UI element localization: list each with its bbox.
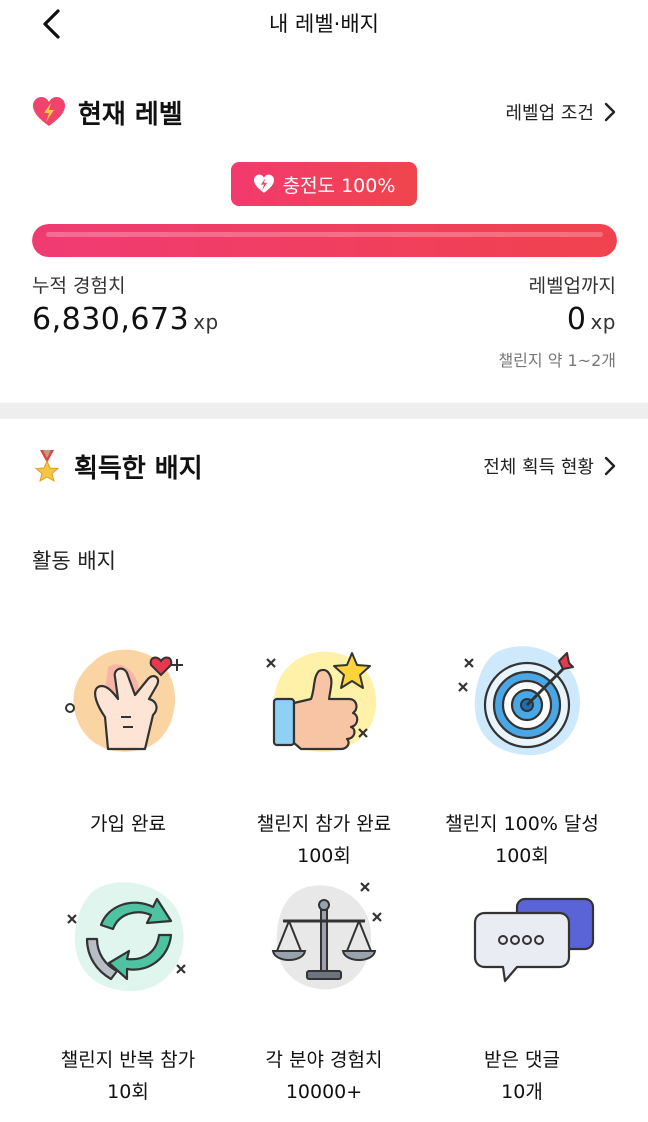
badge-title: 챌린지 참가 완료	[256, 813, 392, 835]
earned-badges-header: 획득한 배지 전체 획득 현황	[32, 446, 616, 486]
finger-heart-icon	[65, 649, 183, 752]
level-progress-fill	[32, 224, 617, 257]
badge-name: 가입 완료	[90, 808, 166, 840]
chevron-right-icon	[604, 456, 616, 476]
chat-bubbles-icon	[473, 897, 595, 983]
badge-received-comments[interactable]: 받은 댓글 10개	[414, 868, 630, 1108]
badge-name: 받은 댓글 10개	[484, 1044, 560, 1108]
accumulated-xp-number: 6,830,673	[32, 302, 190, 337]
badge-signup-complete[interactable]: 가입 완료	[20, 632, 236, 840]
badge-name: 챌린지 참가 완료 100회	[257, 808, 391, 872]
repeat-arrows-icon	[67, 882, 186, 992]
heart-bolt-icon	[33, 97, 65, 126]
badge-field-experience[interactable]: 각 분야 경험치 10000+	[216, 868, 432, 1108]
remaining-xp-unit: xp	[590, 310, 616, 334]
badge-title: 챌린지 반복 참가	[60, 1049, 196, 1071]
remaining-xp-label: 레벨업까지	[528, 275, 616, 297]
badge-title: 받은 댓글	[484, 1049, 560, 1071]
chevron-right-icon	[604, 102, 616, 122]
top-bar: 내 레벨·배지	[0, 0, 648, 50]
section-divider	[0, 403, 648, 419]
accumulated-xp-label: 누적 경험치	[32, 275, 126, 297]
balance-scale-icon	[271, 882, 382, 990]
charge-label: 충전도 100%	[282, 174, 396, 197]
current-level-header: 현재 레벨 레벨업 조건	[32, 92, 616, 132]
badge-count: 10개	[501, 1081, 543, 1103]
remaining-xp-number: 0	[566, 302, 587, 337]
heart-bolt-icon	[253, 174, 274, 193]
accumulated-xp-value: 6,830,673 xp	[32, 302, 219, 337]
target-arrow-icon	[458, 646, 580, 756]
badge-title: 챌린지 100% 달성	[445, 813, 599, 835]
badge-name: 각 분야 경험치 10000+	[266, 1044, 383, 1108]
charge-badge: 충전도 100%	[231, 162, 417, 206]
activity-badges-heading: 활동 배지	[32, 549, 116, 573]
remaining-xp-value: 0 xp	[567, 302, 616, 337]
levelup-conditions-link[interactable]: 레벨업 조건	[505, 99, 616, 125]
medal-icon	[34, 450, 60, 483]
badge-repeat-participation[interactable]: 챌린지 반복 참가 10회	[20, 868, 236, 1108]
badge-name: 챌린지 100% 달성 100회	[445, 808, 599, 872]
badge-title: 가입 완료	[90, 813, 166, 835]
thumbs-up-star-icon	[266, 651, 377, 752]
all-badges-label: 전체 획득 현황	[483, 457, 594, 478]
remaining-note: 챌린지 약 1~2개	[498, 351, 616, 370]
badge-challenge-participation[interactable]: 챌린지 참가 완료 100회	[216, 632, 432, 872]
all-badges-link[interactable]: 전체 획득 현황	[483, 453, 616, 479]
level-progress-bar	[32, 224, 617, 257]
accumulated-xp-unit: xp	[193, 310, 219, 334]
page-title: 내 레벨·배지	[269, 12, 379, 36]
badge-name: 챌린지 반복 참가 10회	[61, 1044, 195, 1108]
badge-count: 10회	[107, 1081, 149, 1103]
levelup-conditions-label: 레벨업 조건	[505, 103, 594, 124]
current-level-title: 현재 레벨	[78, 99, 183, 130]
earned-badges-title: 획득한 배지	[74, 453, 203, 484]
badge-count: 10000+	[285, 1081, 363, 1103]
badge-title: 각 분야 경험치	[265, 1049, 383, 1071]
badge-challenge-100[interactable]: 챌린지 100% 달성 100회	[414, 632, 630, 872]
